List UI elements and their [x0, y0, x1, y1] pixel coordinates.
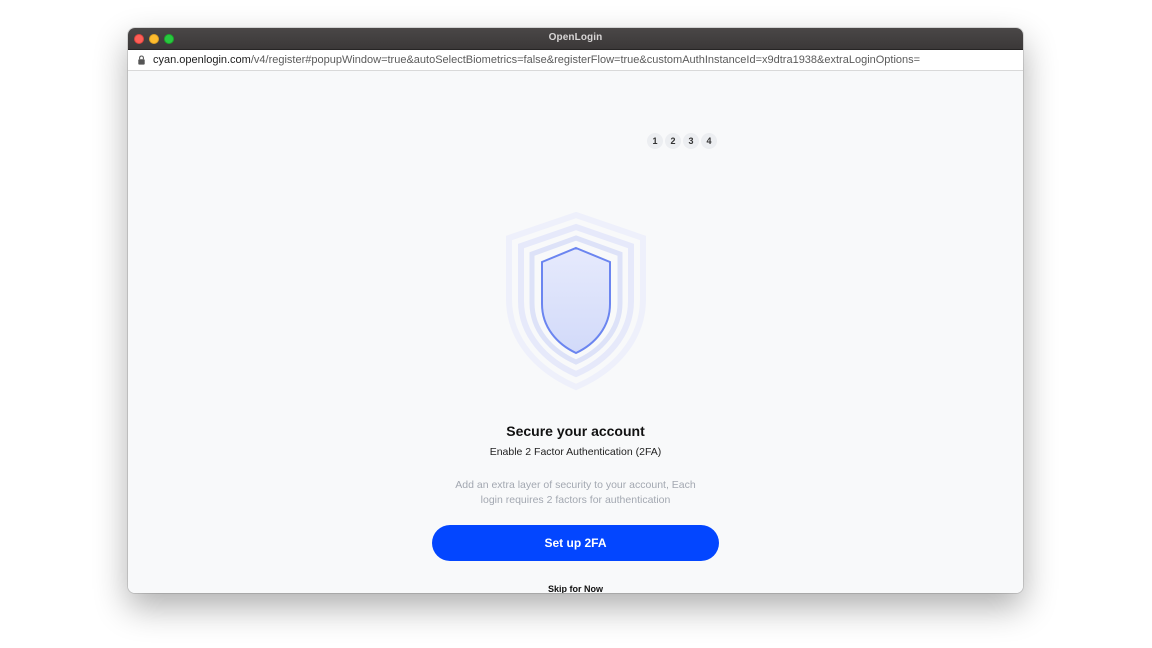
- url-text[interactable]: cyan.openlogin.com/v4/register#popupWind…: [153, 54, 920, 66]
- lock-icon: [138, 55, 145, 65]
- url-host: cyan.openlogin.com: [153, 54, 251, 66]
- step-3: 3: [683, 133, 699, 149]
- browser-window: OpenLogin cyan.openlogin.com/v4/register…: [128, 28, 1023, 593]
- step-1: 1: [647, 133, 663, 149]
- page-title: Secure your account: [506, 423, 645, 439]
- step-2: 2: [665, 133, 681, 149]
- shield-icon: [506, 211, 646, 391]
- description: Add an extra layer of security to your a…: [428, 478, 723, 508]
- page-subtitle: Enable 2 Factor Authentication (2FA): [489, 446, 662, 458]
- skip-for-now-link[interactable]: Skip for Now: [128, 584, 1023, 593]
- window-title: OpenLogin: [548, 32, 603, 43]
- step-indicator: 1 2 3 4: [647, 133, 717, 149]
- description-line-1: Add an extra layer of security to your a…: [455, 479, 696, 491]
- page-content: 1 2 3 4 Secure your account Enable 2 Fac…: [128, 71, 1023, 593]
- step-4: 4: [701, 133, 717, 149]
- setup-2fa-button[interactable]: Set up 2FA: [432, 525, 719, 561]
- title-bar: OpenLogin: [128, 28, 1023, 50]
- description-line-2: login requires 2 factors for authenticat…: [480, 494, 671, 506]
- url-path: /v4/register#popupWindow=true&autoSelect…: [250, 54, 921, 66]
- address-bar[interactable]: cyan.openlogin.com/v4/register#popupWind…: [128, 50, 1023, 71]
